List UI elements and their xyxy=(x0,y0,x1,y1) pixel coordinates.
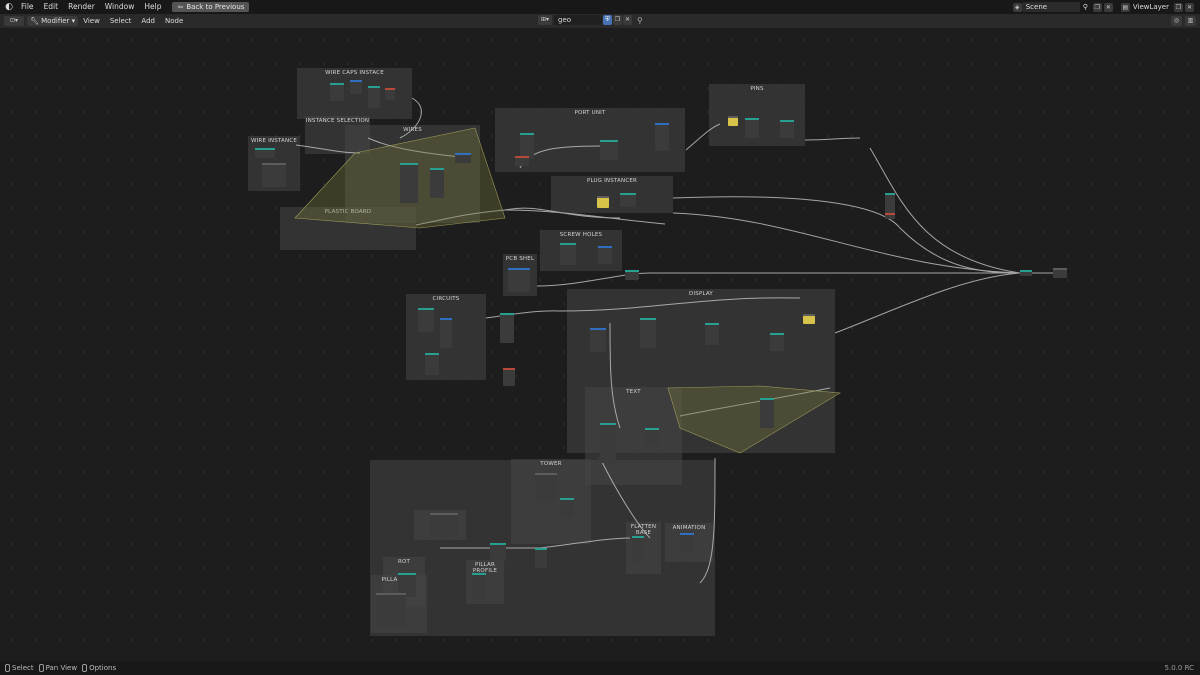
menu-render[interactable]: Render xyxy=(63,0,100,14)
new-view-layer-icon[interactable]: ❐ xyxy=(1174,2,1183,12)
status-pan: Pan View xyxy=(38,664,78,672)
node[interactable] xyxy=(503,368,515,386)
view-layer-icon: ▤ xyxy=(1120,2,1130,12)
mouse-right-icon xyxy=(82,664,88,672)
viewer-node[interactable] xyxy=(728,116,738,126)
status-pan-label: Pan View xyxy=(45,664,78,672)
text-frame-highlight xyxy=(667,385,841,454)
mode-dropdown[interactable]: 🔧︎ Modifier ▾ xyxy=(27,16,79,26)
top-bar: ◐ File Edit Render Window Help ⇦ Back to… xyxy=(0,0,1200,14)
menu-help[interactable]: Help xyxy=(139,0,166,14)
mouse-left-icon xyxy=(5,664,10,672)
wrench-icon: 🔧︎ xyxy=(30,17,39,25)
node[interactable] xyxy=(705,323,719,345)
node[interactable] xyxy=(632,536,644,562)
node[interactable] xyxy=(418,308,434,332)
curve-node[interactable] xyxy=(430,513,458,537)
status-options: Options xyxy=(82,664,116,672)
node[interactable] xyxy=(645,428,659,446)
mode-label: Modifier xyxy=(41,17,70,25)
status-options-label: Options xyxy=(89,664,117,672)
node[interactable] xyxy=(680,533,694,553)
scene-name-field[interactable]: Scene xyxy=(1021,2,1080,12)
node[interactable] xyxy=(560,498,574,518)
back-arrow-icon: ⇦ xyxy=(177,3,184,11)
status-select-label: Select xyxy=(12,664,34,672)
node[interactable] xyxy=(600,423,616,463)
node[interactable] xyxy=(590,328,606,352)
version-label: 5.0.0 RC xyxy=(1164,664,1194,672)
fake-user-shield-icon[interactable]: ⛨ xyxy=(603,15,612,25)
back-to-previous-button[interactable]: ⇦ Back to Previous xyxy=(172,2,250,12)
overlay-icon[interactable]: ◎ xyxy=(1171,16,1182,26)
scene-icon: ◈ xyxy=(1012,2,1022,12)
node-editor-header: ⊡▾ 🔧︎ Modifier ▾ View Select Add Node ⊞▾… xyxy=(0,14,1200,28)
scene-selector[interactable]: ◈ Scene ⚲ ❐ ✕ xyxy=(1011,2,1113,13)
view-layer-selector[interactable]: ▤ ViewLayer ❐ ✕ xyxy=(1119,2,1194,13)
node[interactable] xyxy=(385,88,395,100)
node[interactable] xyxy=(430,168,444,198)
menu-window[interactable]: Window xyxy=(100,0,140,14)
node[interactable] xyxy=(640,318,656,348)
node[interactable] xyxy=(885,193,895,215)
pin-icon[interactable]: ⚲ xyxy=(637,16,643,25)
node[interactable] xyxy=(472,573,486,599)
menu-add[interactable]: Add xyxy=(136,17,160,25)
sidebar-toggle-icon[interactable]: ▥ xyxy=(1185,16,1196,26)
view-layer-name[interactable]: ViewLayer xyxy=(1133,3,1169,11)
node[interactable] xyxy=(625,270,639,280)
back-to-previous-label: Back to Previous xyxy=(186,3,245,11)
node[interactable] xyxy=(368,86,380,108)
node[interactable] xyxy=(760,398,774,428)
node[interactable] xyxy=(745,118,759,138)
node[interactable] xyxy=(425,353,439,375)
node-tree-selector: ⊞▾ geo ⛨ ❐ ✕ ⚲ xyxy=(538,15,643,25)
node[interactable] xyxy=(440,318,452,348)
node-canvas[interactable]: WIRE CAPS INSTACE INSTANCE SELECTION WIR… xyxy=(0,28,1200,661)
menu-file[interactable]: File xyxy=(16,0,39,14)
node[interactable] xyxy=(500,313,514,343)
new-scene-icon[interactable]: ❐ xyxy=(1092,2,1102,12)
node[interactable] xyxy=(350,80,362,94)
node[interactable] xyxy=(600,140,618,160)
menu-select[interactable]: Select xyxy=(105,17,137,25)
node[interactable] xyxy=(885,213,895,219)
editor-type-icon[interactable]: ⊡▾ xyxy=(4,16,24,26)
mouse-middle-icon xyxy=(38,664,44,672)
delete-view-layer-icon[interactable]: ✕ xyxy=(1185,2,1194,12)
node[interactable] xyxy=(330,83,344,101)
menu-node[interactable]: Node xyxy=(160,17,188,25)
scene-pin-icon[interactable]: ⚲ xyxy=(1083,3,1088,11)
status-bar: Select Pan View Options 5.0.0 RC xyxy=(0,661,1200,675)
curve-node[interactable] xyxy=(376,593,406,627)
node[interactable] xyxy=(535,548,547,568)
node[interactable] xyxy=(598,246,612,264)
node[interactable] xyxy=(490,543,506,561)
status-select: Select xyxy=(5,664,34,672)
node[interactable] xyxy=(780,120,794,138)
duplicate-tree-icon[interactable]: ❐ xyxy=(613,15,622,25)
curve-node[interactable] xyxy=(535,473,557,501)
node[interactable] xyxy=(508,268,530,292)
node[interactable] xyxy=(455,153,471,163)
menu-edit[interactable]: Edit xyxy=(39,0,64,14)
node[interactable] xyxy=(770,333,784,351)
delete-scene-icon[interactable]: ✕ xyxy=(1103,2,1113,12)
node-tree-name-field[interactable]: geo xyxy=(554,15,602,25)
join-geometry-node[interactable] xyxy=(1020,270,1032,276)
node-tree-icon[interactable]: ⊞▾ xyxy=(538,15,552,25)
node[interactable] xyxy=(560,243,576,265)
node[interactable] xyxy=(400,163,418,203)
node[interactable] xyxy=(515,156,529,166)
curve-node[interactable] xyxy=(262,163,286,187)
viewer-node[interactable] xyxy=(803,314,815,324)
node[interactable] xyxy=(255,148,275,158)
viewer-node[interactable] xyxy=(597,196,609,208)
unlink-tree-icon[interactable]: ✕ xyxy=(623,15,632,25)
node[interactable] xyxy=(655,123,669,151)
menu-view[interactable]: View xyxy=(78,17,105,25)
group-output-node[interactable] xyxy=(1053,268,1067,278)
blender-logo-icon[interactable]: ◐ xyxy=(2,0,16,14)
node[interactable] xyxy=(620,193,636,207)
